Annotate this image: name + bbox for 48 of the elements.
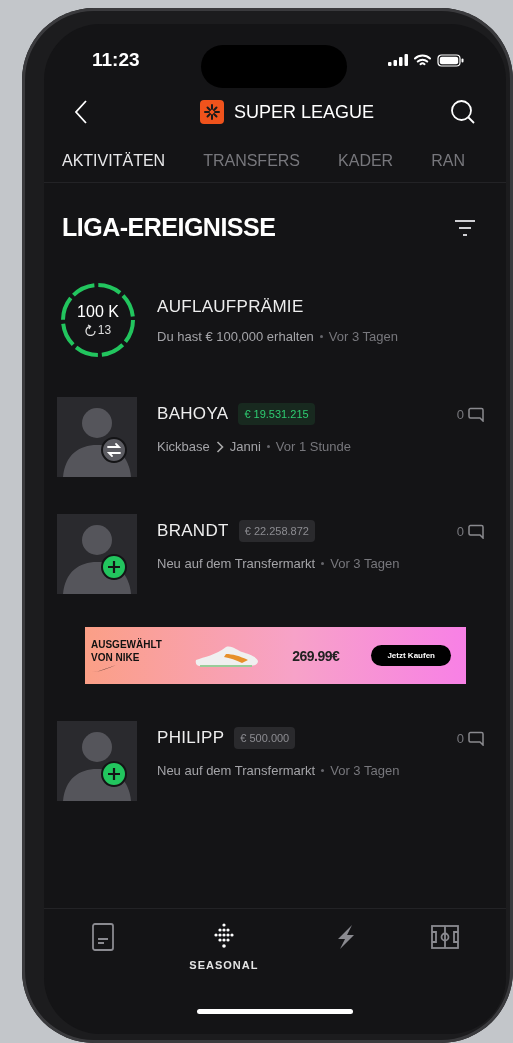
buy-now-button[interactable]: Jetzt Kaufen [371, 645, 451, 666]
market-value-tag: € 500.000 [234, 727, 296, 749]
league-title: SUPER LEAGUE [233, 101, 374, 123]
signal-icon [388, 54, 408, 66]
league-logo-icon [199, 100, 224, 124]
section-title: LIGA-EREIGNISSE [62, 213, 276, 242]
ad-banner[interactable]: AUSGEWÄHLT VON NIKE 269.99€ Jetzt Kaufen [85, 627, 466, 684]
event-title: AUFLAUFPRÄMIE [157, 296, 305, 317]
market-value-tag: € 22.258.872 [238, 520, 315, 542]
ad-price: 269.99€ [292, 647, 340, 664]
bonus-amount: 100 K [77, 303, 119, 321]
comment-count: 0 [456, 407, 464, 422]
ad-headline: AUSGEWÄHLT [91, 638, 162, 651]
player-name: BRANDT [157, 521, 229, 541]
battery-icon [437, 53, 464, 67]
nav-tab[interactable]: SEASONAL [189, 923, 259, 971]
nav-tab[interactable] [430, 923, 459, 951]
event-description: Neu auf dem Transfermarkt [157, 763, 316, 778]
filter-icon[interactable] [454, 218, 476, 237]
seller-name: Kickbase [157, 439, 210, 454]
ad-headline: VON NIKE [91, 651, 141, 664]
market-value-tag: € 19.531.215 [238, 403, 315, 425]
event-time: Vor 1 Stunde [275, 439, 351, 454]
event-time: Vor 3 Tagen [330, 556, 400, 571]
tab[interactable]: KADER [338, 150, 394, 172]
player-name: BAHOYA [157, 404, 229, 424]
event-description: Neu auf dem Transfermarkt [157, 556, 316, 571]
comment-icon[interactable] [468, 407, 484, 422]
comment-count: 0 [456, 731, 464, 746]
tab[interactable]: RAN [431, 150, 465, 172]
comment-icon[interactable] [468, 731, 484, 746]
event-description: Du hast € 100,000 erhalten [157, 328, 314, 344]
event-time: Vor 3 Tagen [330, 763, 400, 778]
comment-icon[interactable] [468, 524, 484, 539]
nav-tab[interactable] [91, 923, 116, 951]
wifi-icon [414, 53, 431, 67]
player-name: PHILIPP [157, 728, 225, 748]
chevron-icon [215, 440, 224, 453]
comment-count: 0 [456, 524, 464, 539]
tab[interactable]: AKTIVITÄTEN [62, 150, 166, 172]
streak-count: 13 [97, 323, 112, 337]
event-time: Vor 3 Tagen [328, 328, 398, 344]
streak-icon [84, 324, 96, 336]
status-time: 11:23 [92, 49, 140, 71]
document-icon [91, 923, 116, 951]
tab[interactable]: TRANSFERS [203, 150, 301, 172]
pitch-icon [430, 923, 459, 951]
buyer-name: Janni [229, 439, 261, 454]
